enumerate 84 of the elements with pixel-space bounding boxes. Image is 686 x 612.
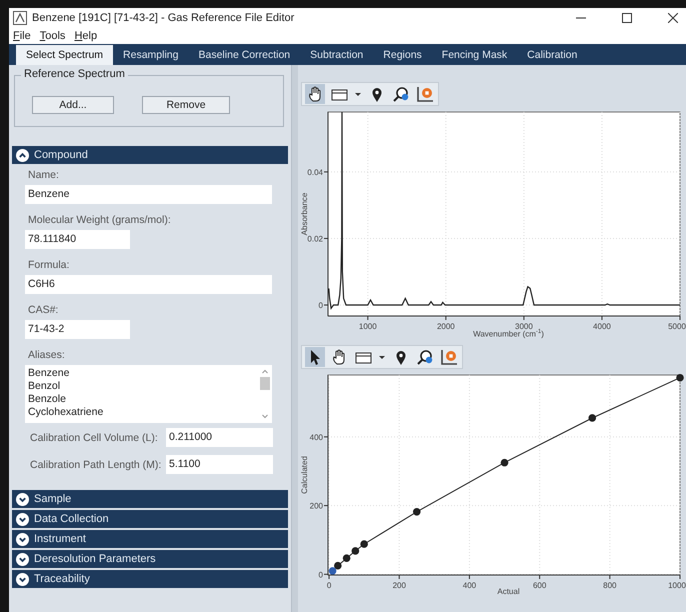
expand-icon	[16, 532, 29, 546]
list-item[interactable]: Benzene	[28, 367, 104, 380]
section-header[interactable]: Traceability	[12, 570, 288, 588]
tick-label: 400	[462, 580, 476, 590]
tick-label: 5000	[668, 322, 686, 331]
tick-label: 0.04	[307, 168, 323, 177]
expand-icon	[16, 572, 29, 586]
axis-title: Calculated	[300, 456, 309, 494]
button[interactable]: Add...	[32, 96, 114, 114]
list-item[interactable]: Cyclohexatriene	[28, 406, 104, 419]
tick-label: 0	[318, 301, 323, 310]
tick-label: 600	[532, 580, 546, 590]
tick-label: 0	[326, 580, 332, 590]
field-label: Formula:	[28, 258, 70, 272]
field-label: Molecular Weight (grams/mol):	[28, 213, 172, 227]
close-icon[interactable]	[668, 13, 678, 23]
input-field[interactable]: 5.1100	[166, 455, 273, 474]
data-point	[588, 414, 596, 422]
expand-icon	[16, 552, 29, 566]
zoom-icon[interactable]	[392, 85, 410, 103]
tick-label: 4000	[593, 322, 611, 331]
tick-label: 200	[310, 501, 323, 510]
expand-icon	[16, 492, 29, 506]
input-field[interactable]: Benzene	[25, 185, 272, 204]
data-point	[413, 508, 421, 516]
menu-item[interactable]: File	[13, 30, 31, 42]
input-field[interactable]: 71-43-2	[25, 320, 130, 339]
tab[interactable]: Regions	[373, 45, 432, 65]
group-label: Reference Spectrum	[21, 68, 128, 80]
list-item[interactable]: Benzol	[28, 380, 104, 393]
chart-icon[interactable]	[416, 85, 434, 103]
tick-label: 1000	[358, 322, 377, 331]
input-field[interactable]: C6H6	[25, 275, 272, 294]
tick-label: 3000	[515, 322, 533, 331]
data-point	[500, 458, 508, 466]
axis-title: Actual	[496, 586, 520, 596]
field-label: CAS#:	[28, 303, 60, 317]
expand-icon	[16, 512, 29, 526]
tab[interactable]: Fencing Mask	[432, 45, 518, 65]
list-box[interactable]: Benzene Benzol Benzole Cyclohexatriene	[25, 365, 272, 423]
tick-label: 0.02	[307, 234, 323, 244]
section-header[interactable]: Data Collection	[12, 510, 288, 528]
maximize-icon[interactable]	[622, 13, 632, 23]
section-title: Traceability	[34, 573, 90, 585]
input-field[interactable]: 78.111840	[25, 230, 130, 249]
menu-item[interactable]: Tools	[40, 30, 66, 42]
section-title: Instrument	[34, 533, 86, 545]
tick-label: 2000	[436, 322, 455, 331]
tick-label: 200	[392, 580, 406, 590]
field-label: Calibration Path Length (M):	[30, 458, 160, 470]
window-title: Benzene [191C] [71-43-2] - Gas Reference File Editor	[32, 12, 294, 24]
field-label: Aliases:	[28, 348, 66, 362]
tab[interactable]: Select Spectrum	[16, 45, 114, 65]
scrollbar-icon	[260, 367, 270, 421]
tick-label: 400	[310, 432, 323, 442]
tick-label: 800	[603, 580, 616, 590]
menu-item[interactable]: Help	[74, 30, 98, 42]
section-header[interactable]: Instrument	[12, 530, 288, 548]
axis-title: Wavenumber (cm$^{-1}$)	[472, 328, 544, 339]
section-title: Deresolution Parameters	[34, 553, 156, 565]
section-header[interactable]: Compound	[12, 146, 288, 164]
data-point	[676, 374, 684, 382]
section-header[interactable]: Sample	[12, 490, 288, 508]
axis-title: Absorbance	[300, 192, 309, 236]
field-label: Name:	[28, 168, 60, 182]
section-header[interactable]: Deresolution Parameters	[12, 550, 288, 568]
tick-label: 0	[318, 570, 323, 579]
tab[interactable]: Subtraction	[300, 45, 374, 65]
list-item[interactable]: Benzole	[28, 393, 104, 406]
section-title: Data Collection	[34, 513, 109, 525]
button[interactable]: Remove	[142, 96, 230, 114]
tab[interactable]: Calibration	[517, 45, 588, 65]
tick-label: 1000	[668, 580, 686, 590]
scrollbar[interactable]	[291, 65, 298, 612]
chart-icon[interactable]	[440, 348, 458, 366]
app-icon	[13, 11, 27, 25]
field-label: Calibration Cell Volume (L):	[30, 432, 159, 444]
tab[interactable]: Resampling	[113, 45, 188, 65]
section-title: Sample	[34, 493, 72, 505]
zoom-icon[interactable]	[416, 348, 434, 366]
input-field[interactable]: 0.211000	[166, 428, 273, 447]
section-title: Compound	[34, 149, 88, 161]
tab[interactable]: Baseline Correction	[188, 45, 300, 65]
collapse-icon	[16, 148, 29, 162]
